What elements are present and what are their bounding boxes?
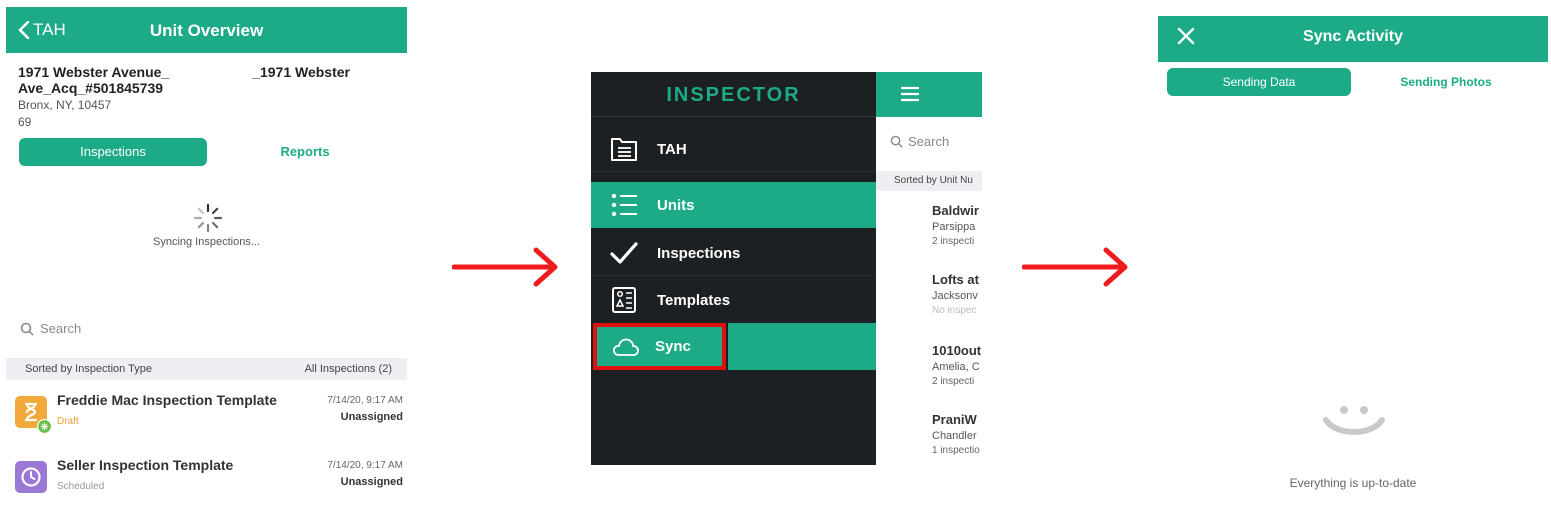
unit-inspection-count: No inspec [932, 305, 977, 316]
cloud-icon [613, 338, 639, 356]
unit-overview-screen: TAH Unit Overview 1971 Webster Avenue_ _… [6, 7, 407, 517]
clock-icon [15, 461, 47, 493]
unit-city: Jacksonv [932, 290, 978, 302]
search-input[interactable]: Search [20, 321, 81, 336]
app-brand: INSPECTOR [666, 84, 801, 106]
unit-city: Parsippa [932, 221, 976, 233]
unit-number: 69 [18, 115, 32, 129]
sort-bar: Sorted by Inspection Type All Inspection… [6, 358, 407, 380]
unit-inspection-count: 2 inspecti [932, 376, 975, 387]
search-icon [890, 135, 903, 148]
inspection-row[interactable]: Freddie Mac Inspection Template Draft 7/… [6, 386, 407, 446]
search-placeholder: Search [908, 134, 950, 149]
unit-name: PraniW [932, 412, 977, 427]
draft-badge-icon [37, 419, 52, 434]
units-list-pane: Search Sorted by Unit Nu Baldwir Parsipp… [876, 72, 982, 465]
unit-name-left: 1971 Webster Avenue_ [18, 64, 170, 80]
menu-item-label: Templates [657, 291, 731, 309]
inspection-row[interactable]: Seller Inspection Template Scheduled 7/1… [6, 451, 407, 511]
unit-list-item[interactable]: PraniW Chandler 1 inspectio [932, 412, 982, 456]
inspection-date: 7/14/20, 9:17 AM [327, 395, 403, 406]
unit-city: Chandler [932, 430, 977, 442]
sync-status-text: Syncing Inspections... [152, 236, 260, 248]
inspector-menu-screen: INSPECTOR TAH Units Inspections Template… [591, 72, 982, 465]
menu-divider [591, 116, 876, 117]
menu-item-label: Sync [655, 338, 691, 355]
tab-sending-data[interactable]: Sending Data [1167, 68, 1351, 96]
template-icon [612, 287, 636, 313]
unit-inspection-count: 1 inspectio [932, 445, 980, 456]
sync-activity-header: Sync Activity [1158, 16, 1548, 62]
menu-item-inspections[interactable]: Inspections [591, 230, 876, 276]
search-icon [20, 322, 34, 336]
checkmark-icon [610, 242, 638, 264]
inspection-status: Draft [57, 416, 79, 427]
unit-city: Amelia, C [932, 361, 980, 373]
unit-name-right: _1971 Webster [252, 64, 350, 80]
inspection-assignee: Unassigned [340, 476, 403, 488]
tab-reports[interactable]: Reports [211, 138, 399, 166]
arrow-right-icon [1022, 247, 1128, 287]
menu-item-label: Inspections [657, 244, 741, 262]
menu-item-label: TAH [657, 140, 687, 158]
filter-label[interactable]: All Inspections (2) [305, 363, 392, 375]
menu-item-label: Units [657, 196, 695, 214]
unit-list-item[interactable]: 1010out Amelia, C 2 inspecti [932, 343, 982, 387]
unit-name: 1010out [932, 343, 982, 358]
unit-name-line2: Ave_Acq_#501845739 [18, 80, 164, 96]
inspection-date: 7/14/20, 9:17 AM [327, 460, 403, 471]
inspection-name: Freddie Mac Inspection Template [57, 392, 277, 408]
menu-item-units[interactable]: Units [591, 182, 876, 228]
page-title: Sync Activity [1303, 28, 1403, 45]
arrow-right-icon [452, 247, 558, 287]
unit-inspection-count: 2 inspecti [932, 236, 975, 247]
tab-inspections[interactable]: Inspections [19, 138, 207, 166]
sync-activity-screen: Sync Activity Sending Data Sending Photo… [1158, 16, 1548, 517]
unit-name: Baldwir [932, 203, 979, 218]
loading-spinner-icon [193, 203, 223, 233]
menu-item-sync[interactable]: Sync [593, 323, 726, 370]
tab-sending-photos[interactable]: Sending Photos [1354, 68, 1538, 96]
menu-item-tah[interactable]: TAH [591, 126, 876, 172]
unit-overview-header: TAH Unit Overview [6, 7, 407, 53]
list-icon [611, 193, 637, 217]
unit-address: 1971 Webster Avenue_ _1971 Webster Ave_A… [18, 64, 398, 129]
units-header [876, 72, 982, 117]
unit-list-item[interactable]: Lofts at Jacksonv No inspec [932, 272, 982, 316]
search-placeholder: Search [40, 321, 82, 336]
sort-label[interactable]: Sorted by Inspection Type [25, 363, 152, 375]
folder-list-icon [611, 138, 637, 161]
hamburger-icon[interactable] [900, 86, 920, 102]
side-menu: INSPECTOR TAH Units Inspections Template… [591, 72, 876, 465]
inspection-name: Seller Inspection Template [57, 457, 234, 473]
page-title: Unit Overview [149, 21, 264, 40]
unit-city: Bronx, NY, 10457 [18, 98, 112, 112]
menu-item-templates[interactable]: Templates [591, 277, 876, 323]
inspection-assignee: Unassigned [340, 411, 403, 423]
empty-state-message: Everything is up-to-date [1289, 476, 1417, 490]
inspection-status: Scheduled [57, 481, 105, 492]
smiley-icon [1323, 406, 1385, 435]
unit-name: Lofts at [932, 272, 979, 287]
units-search-input[interactable]: Search [890, 134, 949, 149]
menu-item-sync-background[interactable] [728, 323, 876, 370]
units-sort-bar[interactable]: Sorted by Unit Nu [876, 171, 982, 191]
unit-list-item[interactable]: Baldwir Parsippa 2 inspecti [932, 203, 982, 247]
